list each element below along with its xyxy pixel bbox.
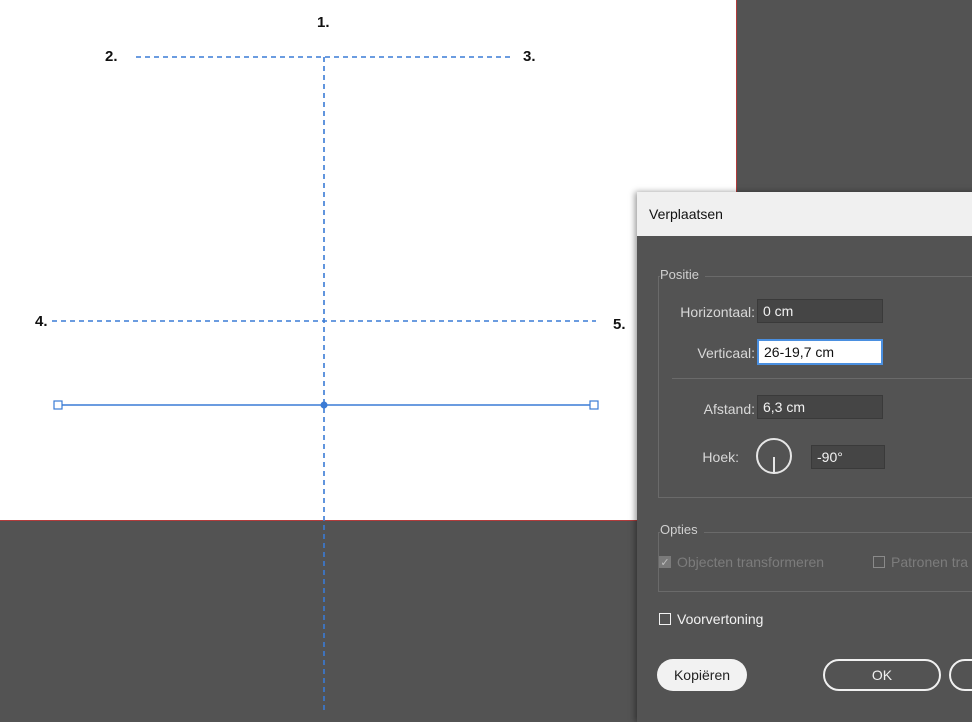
angle-label: Hoek:: [702, 449, 739, 465]
distance-label: Afstand:: [703, 401, 755, 417]
copy-button[interactable]: Kopiëren: [657, 659, 747, 691]
preview-checkbox[interactable]: [659, 613, 671, 625]
options-group-title: Opties: [660, 522, 704, 537]
transform-objects-label: Objecten transformeren: [677, 554, 825, 570]
anchor-right[interactable]: [589, 400, 599, 410]
label-1: 1.: [317, 14, 330, 31]
transform-patterns-label: Patronen tra: [891, 554, 969, 570]
cancel-button[interactable]: [949, 659, 972, 691]
transform-patterns-checkbox[interactable]: [873, 556, 885, 568]
horizontal-input[interactable]: [757, 299, 883, 323]
ok-button[interactable]: OK: [823, 659, 941, 691]
position-group-title: Positie: [660, 267, 706, 282]
preview-option[interactable]: Voorvertoning: [659, 611, 763, 627]
angle-dial-icon[interactable]: [756, 438, 792, 474]
anchor-left[interactable]: [53, 400, 63, 410]
angle-input[interactable]: [811, 445, 885, 469]
vertical-input[interactable]: [757, 339, 883, 365]
preview-label: Voorvertoning: [677, 611, 764, 627]
anchor-center[interactable]: [320, 401, 328, 409]
transform-patterns-option[interactable]: Patronen tra: [873, 554, 968, 570]
move-dialog: Verplaatsen Positie Horizontaal: Vertica…: [637, 192, 972, 722]
label-3: 3.: [523, 48, 536, 65]
vertical-label: Verticaal:: [697, 345, 755, 361]
position-divider: [672, 378, 972, 379]
label-4: 4.: [35, 313, 48, 330]
label-5: 5.: [613, 316, 626, 333]
horizontal-label: Horizontaal:: [680, 304, 755, 320]
distance-input[interactable]: [757, 395, 883, 419]
dialog-title[interactable]: Verplaatsen: [637, 192, 972, 236]
label-2: 2.: [105, 48, 118, 65]
transform-objects-option[interactable]: ✓ Objecten transformeren: [659, 554, 824, 570]
transform-objects-checkbox[interactable]: ✓: [659, 556, 671, 569]
